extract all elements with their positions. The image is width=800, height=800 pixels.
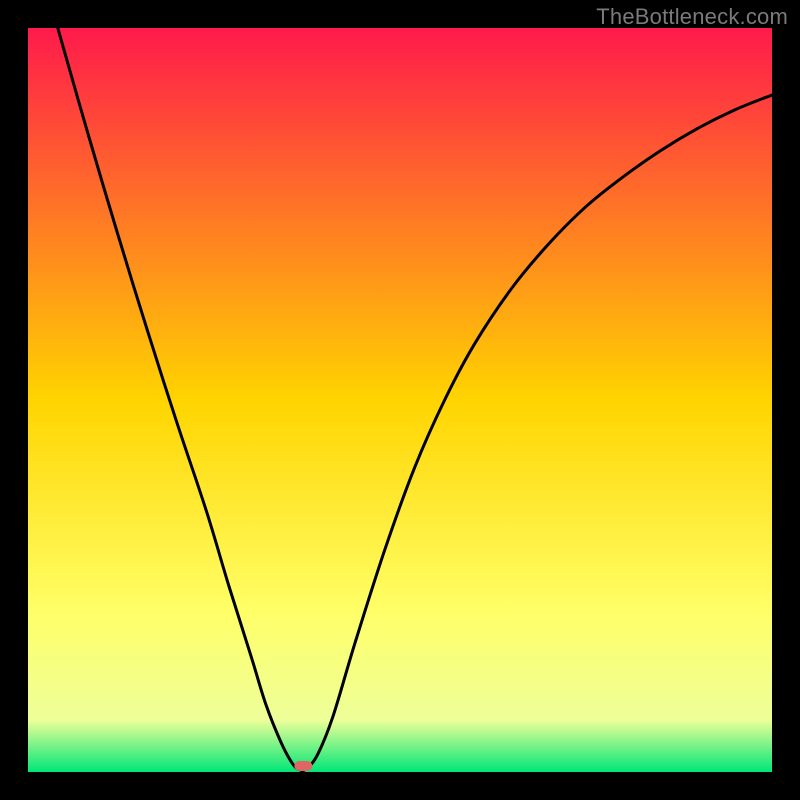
watermark-text: TheBottleneck.com <box>596 4 788 30</box>
chart-frame <box>28 28 772 772</box>
bottleneck-curve-chart <box>28 28 772 772</box>
chart-background <box>28 28 772 772</box>
optimal-point-marker <box>294 761 312 771</box>
marker-dot <box>294 761 312 771</box>
